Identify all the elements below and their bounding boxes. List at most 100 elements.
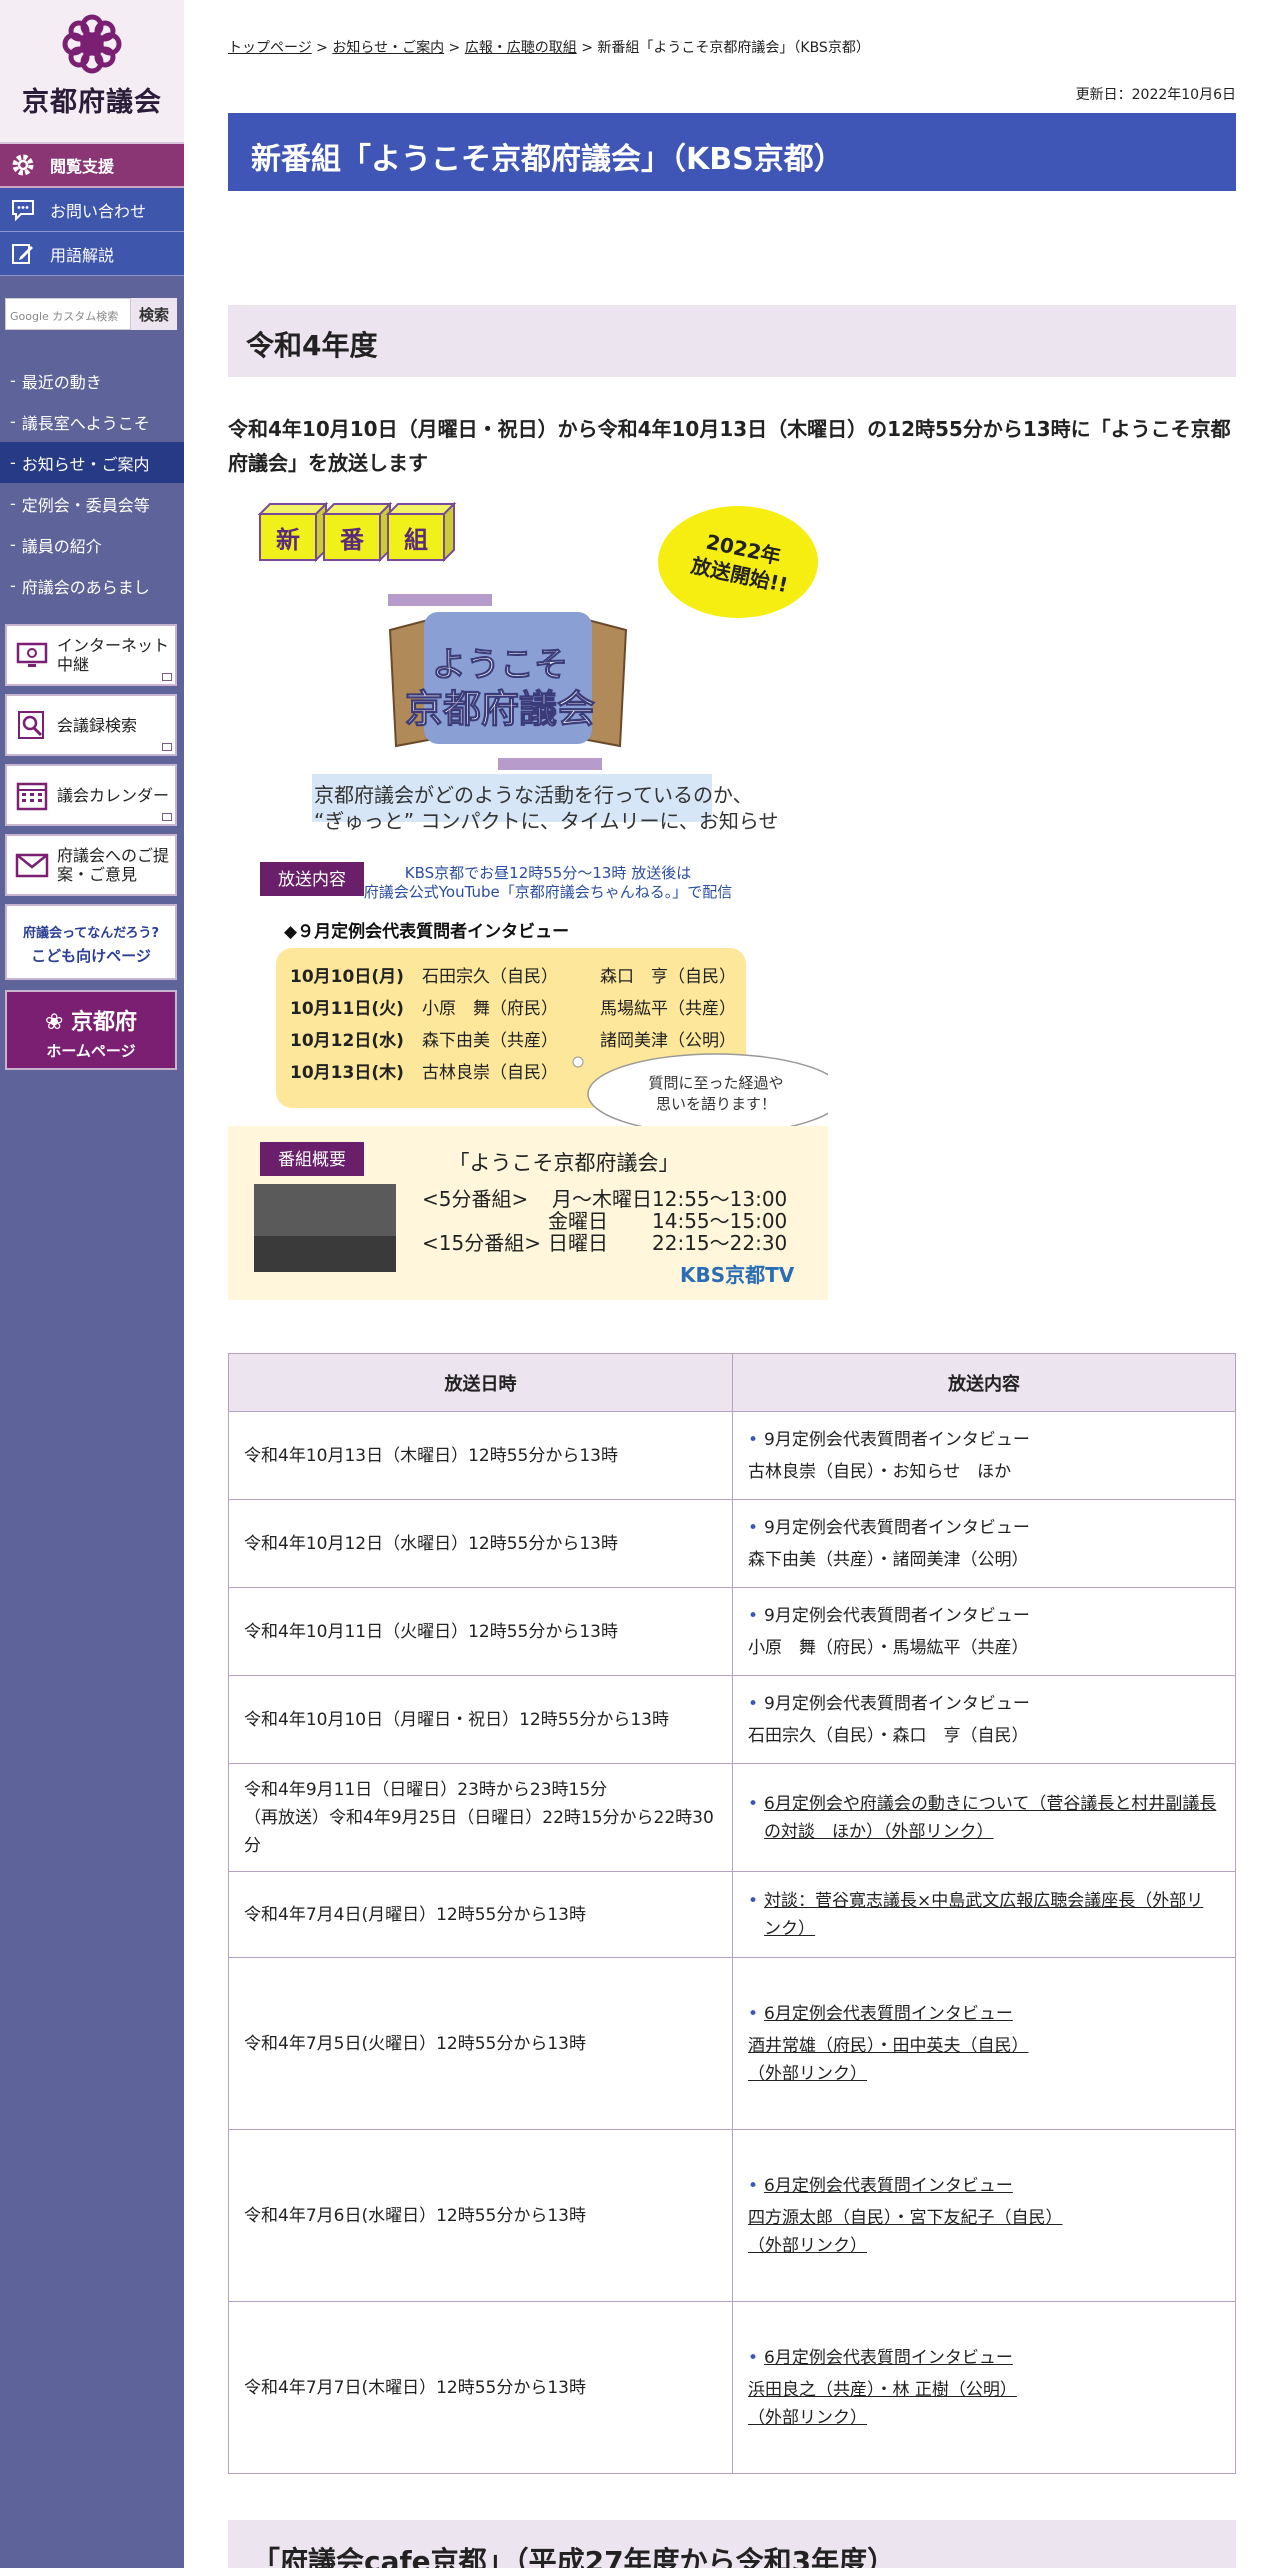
sched-5b-day: 金曜日 <box>548 1209 608 1233</box>
broadcast-date: 令和4年10月10日（月曜日・祝日）12時55分から13時 <box>228 1675 733 1764</box>
logo-small-text: ようこそ <box>432 645 568 685</box>
external-link-detail[interactable]: 酒井常雄（府民）・田中英夫（自民） （外部リンク） <box>748 2032 1220 2088</box>
external-link-detail[interactable]: 浜田良之（共産）・林 正樹（公明） （外部リンク） <box>748 2376 1220 2432</box>
content-detail: 石田宗久（自民）・森口 亨（自民） <box>748 1725 1029 1746</box>
content-detail: 小原 舞（府民）・馬場紘平（共産） <box>748 1637 1029 1658</box>
section-heading-cafe: 「府議会cafe京都」（平成27年度から令和3年度） <box>228 2520 1236 2568</box>
broadcast-content: • 6月定例会代表質問インタビュー酒井常雄（府民）・田中英夫（自民） （外部リンク… <box>732 1957 1236 2130</box>
breadcrumb-link-pr[interactable]: 広報・広聴の取組 <box>465 40 577 56</box>
sched-5a-time: 12:55～13:00 <box>652 1187 787 1211</box>
breadcrumb-link-news[interactable]: お知らせ・ご案内 <box>332 40 444 56</box>
interview-member: 石田宗久（自民） <box>422 967 558 987</box>
external-window-icon <box>162 813 172 821</box>
broadcast-content: • 6月定例会や府議会の動きについて（菅谷議長と村井副議長の対談 ほか）（外部リン… <box>732 1763 1236 1872</box>
sidebar-item-overview[interactable]: - 府議会のあらまし <box>0 565 184 606</box>
updated-date: 更新日：2022年10月6日 <box>1075 87 1236 103</box>
breadcrumb-current: 新番組「ようこそ京都府議会」（KBS京都） <box>597 40 870 56</box>
broadcast-content: • 対談：菅谷寛志議長×中島武文広報広聴会議座長（外部リンク） <box>732 1871 1236 1958</box>
sidebar-item-chairman[interactable]: - 議長室へようこそ <box>0 401 184 442</box>
sidebar-item-recent[interactable]: - 最近の動き <box>0 360 184 401</box>
content-title: 9月定例会代表質問者インタビュー <box>764 1693 1030 1714</box>
contact-button[interactable]: お問い合わせ <box>0 188 184 232</box>
table-row: 令和4年7月7日(木曜日）12時55分から13時 • 6月定例会代表質問インタビュー… <box>228 2301 1236 2474</box>
sidebar-item-label: 議員の紹介 <box>21 536 102 556</box>
prefecture-crest-icon <box>62 14 122 74</box>
glossary-button[interactable]: 用語解説 <box>0 232 184 276</box>
chat-bubble-icon <box>8 195 38 225</box>
sidebar-item-members[interactable]: - 議員の紹介 <box>0 524 184 565</box>
sidebar-item-sessions[interactable]: - 定例会・委員会等 <box>0 483 184 524</box>
program-name: 「ようこそ京都府議会」 <box>449 1151 680 1175</box>
external-link-detail[interactable]: 四方源太郎（自民）・宮下友紀子（自民） （外部リンク） <box>748 2204 1220 2260</box>
minutes-search-link[interactable]: 会議録検索 <box>5 694 177 756</box>
broadcast-schedule-table: 放送日時 放送内容 令和4年10月13日（木曜日）12時55分から13時 • 9月定… <box>228 1353 1236 2474</box>
kids-page-link[interactable]: 府議会ってなんだろう? こども向けページ <box>5 904 177 980</box>
broadcast-date: 令和4年9月11日（日曜日）23時から23時15分 （再放送）令和4年9月25日… <box>228 1763 733 1872</box>
external-link[interactable]: 6月定例会代表質問インタビュー <box>764 2000 1013 2028</box>
table-header: 放送日時 <box>228 1353 733 1412</box>
sidebar-nav: - 最近の動き - 議長室へようこそ - お知らせ・ご案内 - 定例会・委員会等 - 議員… <box>0 360 184 606</box>
external-window-icon <box>162 743 172 751</box>
external-link[interactable]: 6月定例会や府議会の動きについて（菅谷議長と村井副議長の対談 ほか）（外部リンク… <box>764 1790 1220 1846</box>
search-button[interactable]: 検索 <box>131 298 177 330</box>
sched-15-time: 22:15～22:30 <box>652 1231 787 1255</box>
external-link[interactable]: 対談：菅谷寛志議長×中島武文広報広聴会議座長（外部リンク） <box>764 1887 1220 1943</box>
table-row: 令和4年9月11日（日曜日）23時から23時15分 （再放送）令和4年9月25日… <box>228 1763 1236 1872</box>
bullet-icon: • <box>748 2003 759 2024</box>
contact-button-label: お問い合わせ <box>50 201 147 221</box>
broadcast-date: 令和4年7月6日(水曜日）12時55分から13時 <box>228 2129 733 2302</box>
lead-text: 令和4年10月10日（月曜日・祝日）から令和4年10月13日（木曜日）の12時5… <box>228 417 1231 475</box>
external-link[interactable]: 6月定例会代表質問インタビュー <box>764 2172 1013 2200</box>
table-row: 令和4年10月11日（火曜日）12時55分から13時 • 9月定例会代表質問者インタ… <box>228 1587 1236 1676</box>
bubble-line2: 思いを語ります！ <box>656 1095 776 1113</box>
sched-5: <5分番組> <box>422 1187 528 1211</box>
block-char: 番 <box>339 526 365 554</box>
table-row: 令和4年7月4日(月曜日）12時55分から13時 • 対談：菅谷寛志議長×中島武文広… <box>228 1871 1236 1958</box>
interview-date: 10月11日(火) <box>290 999 404 1019</box>
search-input[interactable]: Google カスタム検索 <box>5 298 131 330</box>
accessibility-button[interactable]: 閲覧支援 <box>0 144 184 188</box>
interview-date: 10月10日(月) <box>290 967 404 987</box>
breadcrumb-link-top[interactable]: トップページ <box>228 40 312 56</box>
label-summary: 番組概要 <box>278 1150 346 1170</box>
breadcrumb: トップページ > お知らせ・ご案内 > 広報・広聴の取組 > 新番組「ようこそ京… <box>228 40 870 56</box>
broadcast-content: • 9月定例会代表質問者インタビュー石田宗久（自民）・森口 亨（自民） <box>732 1675 1236 1764</box>
sched-5b-time: 14:55～15:00 <box>652 1209 787 1233</box>
table-row: 令和4年7月5日(火曜日）12時55分から13時 • 6月定例会代表質問インタビュー… <box>228 1957 1236 2130</box>
sidebar-item-label: 最近の動き <box>21 372 102 392</box>
bubble-line1: 質問に至った経過や <box>648 1074 783 1092</box>
kids-page-line1: 府議会ってなんだろう? <box>22 926 160 941</box>
interview-date: 10月12日(水) <box>290 1030 404 1051</box>
interview-member: 諸岡美津（公明） <box>600 1031 736 1051</box>
table-row: 令和4年10月13日（木曜日）12時55分から13時 • 9月定例会代表質問者インタ… <box>228 1411 1236 1500</box>
broadcast-date: 令和4年10月11日（火曜日）12時55分から13時 <box>228 1587 733 1676</box>
speech-bubble <box>587 1053 828 1135</box>
sidebar-item-news[interactable]: - お知らせ・ご案内 <box>0 442 184 483</box>
broadcast-content: • 6月定例会代表質問インタビュー 浜田良之（共産）・林 正樹（公明） （外部リンク… <box>732 2301 1236 2474</box>
live-stream-link[interactable]: インターネット中継 <box>5 624 177 686</box>
broadcast-date: 令和4年7月4日(月曜日）12時55分から13時 <box>228 1871 733 1958</box>
block-char: 新 <box>276 526 300 554</box>
kids-page-line2: こども向けページ <box>31 947 151 965</box>
prefecture-home-link[interactable]: ❀ 京都府 ホームページ <box>5 990 177 1070</box>
minutes-search-link-label: 会議録検索 <box>57 715 138 735</box>
sidebar-item-label: お知らせ・ご案内 <box>21 454 150 474</box>
table-row: 令和4年10月12日（水曜日）12時55分から13時 • 9月定例会代表質問者インタ… <box>228 1499 1236 1588</box>
bullet-icon: • <box>748 2175 759 2196</box>
broadcast-date: 令和4年10月12日（水曜日）12時55分から13時 <box>228 1499 733 1588</box>
calendar-link[interactable]: 議会カレンダー <box>5 764 177 826</box>
site-logo[interactable]: 京都府議会 <box>0 0 184 144</box>
content-detail: 古林良崇（自民）・お知らせ ほか <box>748 1461 1012 1482</box>
bullet-icon: • <box>748 1693 759 1714</box>
broadcast-date: 令和4年10月13日（木曜日）12時55分から13時 <box>228 1411 733 1500</box>
gear-icon <box>8 150 38 180</box>
sched-15-day: 日曜日 <box>548 1231 608 1255</box>
table-row: 令和4年10月10日（月曜日・祝日）12時55分から13時 • 9月定例会代表質問者… <box>228 1675 1236 1764</box>
external-link[interactable]: 6月定例会代表質問インタビュー <box>764 2344 1013 2372</box>
kbs-note1: KBS京都でお昼12時55分～13時 放送後は <box>405 864 691 882</box>
proposal-link[interactable]: 府議会へのご提案・ご意見 <box>5 834 177 896</box>
interview-title: ◆９月定例会代表質問者インタビュー <box>284 921 569 942</box>
sched-5a-day: 月～木曜日 <box>552 1187 652 1211</box>
envelope-icon <box>15 853 49 878</box>
program-banner: 新 番 組 2022年 放送開始!! ようこそ 京都府議会 京都府議会がどのよう… <box>228 496 828 1300</box>
